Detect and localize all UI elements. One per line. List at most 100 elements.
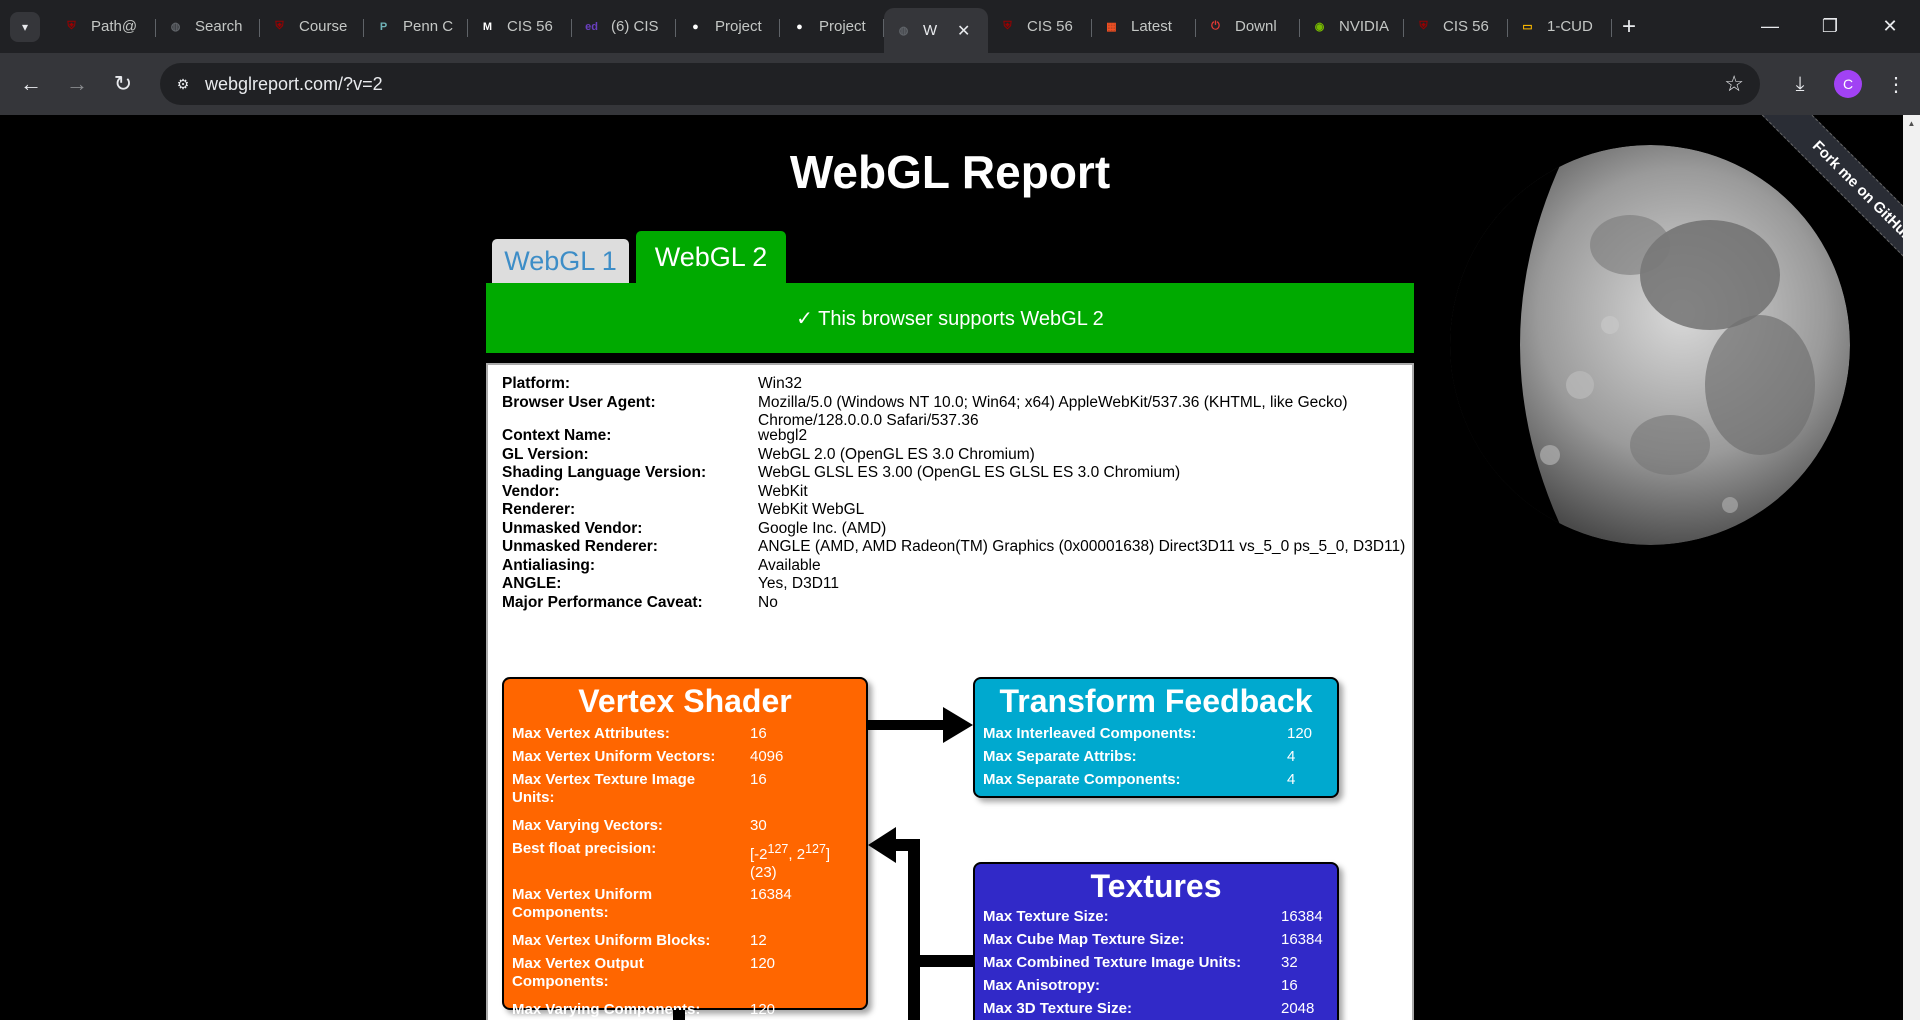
row-value: 2048 <box>1281 1000 1315 1017</box>
new-tab-button[interactable]: + <box>1622 13 1636 41</box>
row-key: Max Varying Components: <box>512 1001 742 1019</box>
info-key: Renderer: <box>502 501 576 518</box>
tab-separator <box>1611 18 1612 37</box>
tab-webgl2[interactable]: WebGL 2 <box>636 231 786 283</box>
info-key: Vendor: <box>502 483 560 500</box>
row-value: 4 <box>1287 771 1296 788</box>
gmail-icon: M <box>482 20 493 33</box>
arrow-vs-to-tf <box>868 720 948 730</box>
textures-title: Textures <box>1090 868 1222 904</box>
info-value: ANGLE (AMD, AMD Radeon(TM) Graphics (0x0… <box>758 538 1412 556</box>
report-panel: Platform: Win32 Browser User Agent: Mozilla… <box>486 363 1414 1020</box>
info-value-text: WebKit WebGL <box>758 501 865 518</box>
back-button[interactable]: ← <box>8 64 54 104</box>
site-info-icon[interactable]: ⚙ <box>169 70 197 98</box>
row-key: Max Separate Attribs: <box>983 748 1137 765</box>
browser-tab[interactable]: ⛨ CIS 56 <box>988 7 1092 47</box>
row-value: 16 <box>750 725 767 743</box>
browser-tab[interactable]: ◍ Search <box>156 7 260 47</box>
minimize-button[interactable]: — <box>1740 0 1800 53</box>
browser-tab[interactable]: ● Project <box>676 7 780 47</box>
info-value: No <box>758 594 1412 612</box>
info-value-text: Mozilla/5.0 (Windows NT 10.0; Win64; x64… <box>758 394 1348 411</box>
row-value: 4 <box>1287 748 1296 765</box>
nvidia-icon: ◉ <box>1314 21 1325 33</box>
download-icon[interactable]: ⤓ <box>1776 73 1824 96</box>
browser-toolbar: ← → ↻ ⚙ webglreport.com/?v=2 ☆ ⤓ C ⋮ <box>0 53 1920 115</box>
browser-tab[interactable]: ◍ W ✕ <box>884 8 988 53</box>
browser-tab[interactable]: ⛨ CIS 56 <box>1404 7 1508 47</box>
row-key: Max Varying Vectors: <box>512 817 742 835</box>
slides-icon: ▭ <box>1522 21 1533 33</box>
row-key: Max Vertex Uniform Components: <box>512 886 742 922</box>
row-value: 120 <box>750 1001 775 1019</box>
browser-tab[interactable]: P Penn C <box>364 7 468 47</box>
close-window-button[interactable]: ✕ <box>1860 0 1920 53</box>
browser-tab[interactable]: ▦ Latest <box>1092 7 1196 47</box>
penn-shield-icon: ⛨ <box>1003 20 1012 32</box>
info-value: WebGL 2.0 (OpenGL ES 3.0 Chromium) <box>758 446 1412 464</box>
row-key: Max Cube Map Texture Size: <box>983 931 1185 948</box>
browser-tab[interactable]: M CIS 56 <box>468 7 572 47</box>
row-key-line2: Units: <box>512 789 555 806</box>
info-value: webgl2 <box>758 427 1412 445</box>
info-value: WebKit <box>758 483 1412 501</box>
forward-button[interactable]: → <box>54 64 100 104</box>
tab-title: Path@ <box>91 18 138 35</box>
scroll-up-arrow[interactable]: ▲ <box>1903 115 1920 132</box>
arrow-tx-to-vs-vertical <box>908 839 920 1020</box>
page-title: WebGL Report <box>789 146 1111 198</box>
restore-button[interactable]: ❐ <box>1800 0 1860 53</box>
tab-title: W <box>923 22 938 39</box>
row-key: Max Texture Size: <box>983 908 1109 925</box>
tab-title: Penn C <box>403 18 454 35</box>
browser-tab[interactable]: ◉ NVIDIA <box>1300 7 1404 47</box>
menu-kebab-icon[interactable]: ⋮ <box>1872 72 1920 97</box>
row-value: [-2127, 2127] (23) <box>750 840 830 882</box>
row-key-line2: Components: <box>512 904 609 921</box>
browser-tab[interactable]: ▭ 1-CUD <box>1508 7 1612 47</box>
microsoft-icon: ▦ <box>1106 21 1117 33</box>
address-bar[interactable]: ⚙ webglreport.com/?v=2 ☆ <box>160 63 1760 105</box>
transform-feedback-panel: Transform Feedback Max Interleaved Compo… <box>973 677 1339 798</box>
page-scrollbar[interactable]: ▲ <box>1903 115 1920 1020</box>
row-value: 16384 <box>1281 908 1323 925</box>
tab-webgl1[interactable]: WebGL 1 <box>492 239 629 283</box>
info-value: Yes, D3D11 <box>758 575 1412 593</box>
row-value-mid: , 2 <box>788 846 806 863</box>
browser-tab[interactable]: ⏻ Downl <box>1196 7 1300 47</box>
info-key: GL Version: <box>502 446 589 463</box>
info-value: WebKit WebGL <box>758 501 1412 519</box>
github-icon: ● <box>692 20 699 33</box>
browser-tab[interactable]: ⛨ Course <box>260 7 364 47</box>
fork-me-ribbon[interactable]: Fork me on GitHub <box>1758 115 1903 295</box>
penn-shield-icon: ⛨ <box>1419 20 1428 32</box>
row-key: Max Vertex Uniform Vectors: <box>512 748 742 766</box>
row-key: Max Anisotropy: <box>983 977 1100 994</box>
reload-button[interactable]: ↻ <box>100 64 146 104</box>
tab-title: Course <box>299 18 348 35</box>
url-text[interactable]: webglreport.com/?v=2 <box>205 74 383 95</box>
row-key-line2: Components: <box>512 973 609 990</box>
row-key-line1: Max Vertex Uniform <box>512 886 653 903</box>
row-value-text: 16 <box>750 725 767 742</box>
browser-tab[interactable]: ● Project <box>780 7 884 47</box>
info-value-text: Yes, D3D11 <box>758 575 839 592</box>
row-value-text: 120 <box>750 1001 776 1018</box>
row-value: 16384 <box>1281 931 1323 948</box>
avatar[interactable]: C <box>1834 70 1862 98</box>
row-value: 32 <box>1281 954 1298 971</box>
close-tab-icon[interactable]: ✕ <box>957 21 970 41</box>
row-key: Max 3D Texture Size: <box>983 1000 1132 1017</box>
tab-title: Search <box>195 18 243 35</box>
info-value: WebGL GLSL ES 3.00 (OpenGL ES GLSL ES 3.… <box>758 464 1412 482</box>
textures-panel: Textures Max Texture Size: 16384 Max Cube … <box>973 862 1339 1020</box>
row-value: 120 <box>1287 725 1313 742</box>
browser-tab[interactable]: ⛨ Path@ <box>52 7 156 47</box>
info-key: Unmasked Renderer: <box>502 538 658 555</box>
row-value-text: 30 <box>750 817 767 834</box>
bookmark-star-icon[interactable]: ☆ <box>1724 71 1744 97</box>
tab-search-button[interactable]: ▾ <box>10 11 40 42</box>
github-ribbon[interactable]: Fork me on GitHub <box>1723 115 1903 295</box>
browser-tab[interactable]: ed (6) CIS <box>572 7 676 47</box>
